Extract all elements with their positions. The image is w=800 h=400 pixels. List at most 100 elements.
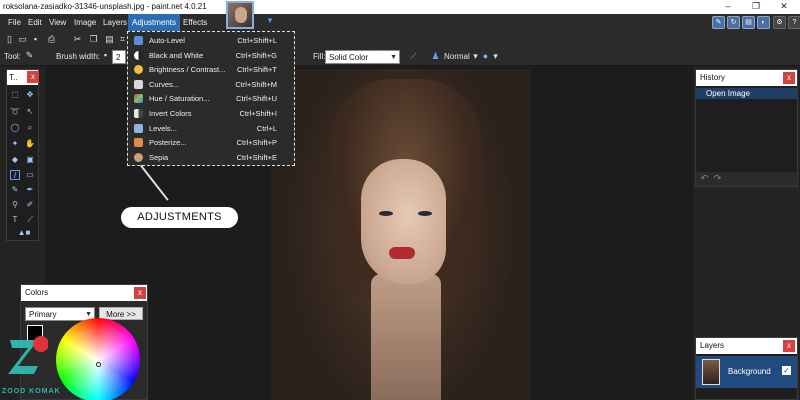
antialiasing-icon[interactable]: ⟋ xyxy=(408,51,419,62)
menu-item-label: Curves... xyxy=(149,79,180,89)
cut-icon[interactable]: ✂ xyxy=(72,34,83,45)
menu-effects[interactable]: Effects xyxy=(179,14,211,31)
new-file-icon[interactable]: ▯ xyxy=(4,34,15,45)
photo-eye-right xyxy=(418,211,432,216)
print-icon[interactable]: ⎙ xyxy=(46,34,57,45)
selection-dropdown-icon[interactable]: ▾ xyxy=(490,51,501,62)
brightness-contrast-icon xyxy=(134,65,143,75)
copy-icon[interactable]: ❐ xyxy=(88,34,99,45)
menu-bar: File Edit View Image Layers Adjustments … xyxy=(0,14,800,31)
paintbrush-icon[interactable]: / xyxy=(10,170,20,180)
text-icon[interactable]: T xyxy=(10,215,20,225)
menu-view[interactable]: View xyxy=(45,14,70,31)
photo-eye-left xyxy=(379,211,393,216)
recolor-icon[interactable]: ✐ xyxy=(25,200,35,210)
color-picker-icon[interactable]: ⚲ xyxy=(10,200,20,210)
eraser-icon[interactable]: ▭ xyxy=(25,170,35,180)
menu-item-shortcut: Ctrl+Shift+U xyxy=(236,94,277,104)
menu-item-invert-colors[interactable]: Invert Colors Ctrl+Shift+I xyxy=(128,106,294,121)
layers-toggle-icon[interactable]: ▤ xyxy=(742,16,755,29)
move-selected-icon[interactable]: ✥ xyxy=(25,90,35,100)
gradient-icon[interactable]: ▣ xyxy=(25,155,35,165)
tools-close-button[interactable]: x xyxy=(27,71,39,83)
menu-item-brightness-contrast[interactable]: Brightness / Contrast... Ctrl+Shift+T xyxy=(128,62,294,77)
blend-mode-icon[interactable]: ♟ xyxy=(430,51,441,62)
history-item[interactable]: Open Image xyxy=(696,88,797,99)
layer-row[interactable]: Background ✓ xyxy=(696,356,797,388)
shapes-icon[interactable]: ▲■ xyxy=(15,228,33,238)
save-file-icon[interactable]: ▪ xyxy=(30,34,41,45)
paint-bucket-icon[interactable]: ◆ xyxy=(10,155,20,165)
menu-item-shortcut: Ctrl+Shift+M xyxy=(235,79,277,89)
minimize-button[interactable]: – xyxy=(714,0,742,14)
brush-width-value: 2 xyxy=(116,53,121,62)
history-panel: History x Open Image ↶ ↷ xyxy=(695,69,798,187)
pan-icon[interactable]: ✋ xyxy=(25,139,35,149)
menu-adjustments[interactable]: Adjustments xyxy=(128,14,181,31)
watermark-text: ZOOD KOMAK xyxy=(2,388,61,395)
rectangle-select-icon[interactable]: ⬚ xyxy=(10,90,20,100)
menu-item-label: Auto-Level xyxy=(149,36,185,45)
photo-canvas[interactable] xyxy=(271,69,531,400)
tab-dropdown-arrow-icon[interactable]: ▼ xyxy=(266,16,274,25)
hue-saturation-icon xyxy=(134,94,143,104)
menu-edit[interactable]: Edit xyxy=(24,14,46,31)
menu-item-auto-level[interactable]: Auto-Level Ctrl+Shift+L xyxy=(128,33,294,48)
menu-item-label: Hue / Saturation... xyxy=(149,94,210,104)
maximize-button[interactable]: ❐ xyxy=(742,0,770,14)
layers-close-button[interactable]: x xyxy=(783,340,795,352)
menu-image[interactable]: Image xyxy=(70,14,100,31)
invert-colors-icon xyxy=(134,109,143,118)
logo-mark-icon xyxy=(8,336,48,374)
history-panel-header: History xyxy=(696,70,797,86)
history-close-button[interactable]: x xyxy=(783,72,795,84)
help-icon[interactable]: ? xyxy=(788,16,800,29)
settings-icon[interactable]: ⚙ xyxy=(773,16,786,29)
zoom-icon[interactable]: ⌕ xyxy=(25,123,35,133)
brush-width-decrease-icon[interactable]: ▪ xyxy=(100,50,111,61)
ellipse-select-icon[interactable]: ◯ xyxy=(10,123,20,133)
fill-select[interactable]: Solid Color ▼ xyxy=(325,50,400,64)
menu-item-black-and-white[interactable]: Black and White Ctrl+Shift+G xyxy=(128,48,294,63)
colors-close-button[interactable]: x xyxy=(134,287,146,299)
menu-item-sepia[interactable]: Sepia Ctrl+Shift+E xyxy=(128,150,294,165)
layer-visibility-checkbox[interactable]: ✓ xyxy=(782,366,791,375)
undo-icon[interactable]: ↶ xyxy=(699,173,710,184)
tools-toggle-icon[interactable]: ✎ xyxy=(712,16,725,29)
menu-file[interactable]: File xyxy=(4,14,25,31)
menu-item-label: Sepia xyxy=(149,152,169,162)
brush-width-input[interactable]: 2 xyxy=(112,50,126,64)
magic-wand-icon[interactable]: ✦ xyxy=(10,139,20,149)
pencil-tool-icon[interactable]: ✎ xyxy=(24,50,35,61)
redo-icon[interactable]: ↷ xyxy=(712,173,723,184)
paste-icon[interactable]: ▤ xyxy=(104,34,115,45)
menu-item-hue-saturation[interactable]: Hue / Saturation... Ctrl+Shift+U xyxy=(128,91,294,106)
move-selection-icon[interactable]: ↖ xyxy=(25,107,35,117)
layers-panel: Layers x Background ✓ xyxy=(695,337,798,400)
history-toggle-icon[interactable]: ↻ xyxy=(727,16,740,29)
line-curve-icon[interactable]: ⟋ xyxy=(25,215,35,225)
fill-value: Solid Color xyxy=(329,53,369,62)
image-tab-thumbnail[interactable] xyxy=(226,1,254,29)
colors-toggle-icon[interactable]: ◐ xyxy=(757,16,770,29)
menu-item-posterize[interactable]: Posterize... Ctrl+Shift+P xyxy=(128,135,294,150)
photo-face xyxy=(361,159,446,284)
blend-mode-value[interactable]: Normal xyxy=(444,52,470,61)
color-wheel-cursor[interactable] xyxy=(96,362,101,367)
menu-item-curves[interactable]: Curves... Ctrl+Shift+M xyxy=(128,77,294,92)
layers-panel-header: Layers xyxy=(696,338,797,354)
black-white-icon xyxy=(134,50,143,60)
photo-neck xyxy=(371,274,441,400)
menu-layers[interactable]: Layers xyxy=(99,14,131,31)
clone-stamp-icon[interactable]: ✒ xyxy=(25,185,35,195)
layer-thumbnail xyxy=(702,359,720,385)
close-window-button[interactable]: ✕ xyxy=(770,0,798,14)
menu-item-levels[interactable]: Levels... Ctrl+L xyxy=(128,121,294,136)
pencil-icon[interactable]: ✎ xyxy=(10,185,20,195)
fill-label: Fill: xyxy=(313,52,326,61)
posterize-icon xyxy=(134,138,143,148)
levels-icon xyxy=(134,123,143,133)
photo-lips xyxy=(389,247,415,259)
open-file-icon[interactable]: ▭ xyxy=(17,34,28,45)
lasso-select-icon[interactable]: ➰ xyxy=(10,107,20,117)
